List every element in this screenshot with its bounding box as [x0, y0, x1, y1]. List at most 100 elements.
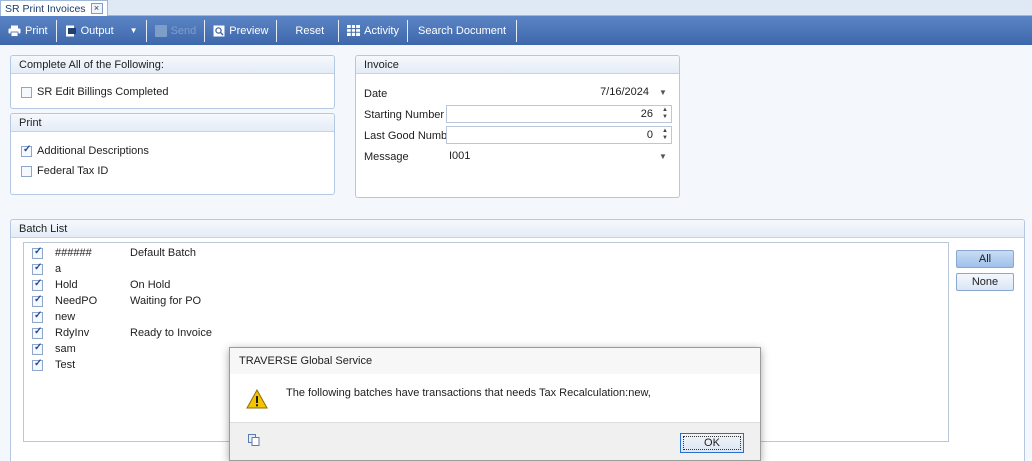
list-item[interactable]: Hold On Hold	[32, 277, 170, 293]
starting-number-label: Starting Number	[364, 109, 445, 121]
toolbar: Print Output ▼ Send Preview Reset Activi…	[0, 16, 1032, 45]
checkbox-box[interactable]	[32, 246, 43, 259]
message-select[interactable]: I001 ▼	[446, 147, 672, 165]
checkbox-box[interactable]	[32, 342, 43, 355]
spin-buttons-icon[interactable]: ▲ ▼	[659, 107, 671, 121]
federal-tax-id-checkbox[interactable]: Federal Tax ID	[21, 165, 108, 177]
message-value: I001	[449, 150, 471, 162]
chevron-down-icon[interactable]: ▼	[655, 152, 671, 161]
invoice-panel: Invoice Date 7/16/2024 ▼ Starting Number…	[355, 55, 680, 198]
toolbar-separator	[204, 19, 206, 42]
send-button[interactable]: Send	[147, 16, 205, 45]
printer-icon	[8, 25, 21, 37]
list-item[interactable]: sam	[32, 341, 130, 357]
last-good-number-label: Last Good Number	[364, 130, 457, 142]
checkbox-box[interactable]	[21, 165, 32, 177]
batch-description: Ready to Invoice	[130, 327, 212, 339]
checkbox-label: SR Edit Billings Completed	[37, 86, 169, 98]
output-icon	[65, 25, 76, 36]
toolbar-separator	[276, 19, 278, 42]
checkbox-box[interactable]	[32, 294, 43, 307]
batch-id: sam	[55, 343, 76, 355]
activity-grid-icon	[347, 25, 361, 36]
toolbar-separator	[516, 19, 518, 42]
batch-id: NeedPO	[55, 295, 98, 307]
list-item[interactable]: ###### Default Batch	[32, 245, 196, 261]
document-tab-strip: SR Print Invoices ×	[0, 0, 1032, 16]
print-options-panel: Print Additional Descriptions Federal Ta…	[10, 113, 335, 195]
batch-id: a	[55, 263, 62, 275]
batch-list-panel-title: Batch List	[11, 220, 1024, 238]
preview-icon	[213, 25, 225, 36]
activity-button-label: Activity	[364, 24, 399, 37]
preview-button[interactable]: Preview	[205, 16, 276, 45]
message-dialog: TRAVERSE Global Service The following ba…	[229, 347, 761, 461]
checkbox-label: Federal Tax ID	[37, 165, 109, 177]
chevron-down-icon[interactable]: ▼	[655, 88, 671, 97]
batch-id: new	[55, 311, 76, 323]
tab-sr-print-invoices[interactable]: SR Print Invoices ×	[0, 0, 108, 16]
checkbox-box[interactable]	[21, 144, 32, 157]
checkbox-box[interactable]	[32, 358, 43, 371]
list-item[interactable]: RdyInv Ready to Invoice	[32, 325, 212, 341]
toolbar-separator	[145, 19, 147, 42]
search-document-button-label: Search Document	[418, 24, 507, 37]
toolbar-separator	[55, 19, 57, 42]
tab-title: SR Print Invoices	[5, 2, 86, 15]
batch-id: RdyInv	[55, 327, 90, 339]
checkbox-box[interactable]	[32, 262, 43, 275]
dialog-body: The following batches have transactions …	[230, 374, 760, 422]
toolbar-separator	[338, 19, 340, 42]
checkbox-box[interactable]	[32, 310, 43, 323]
chevron-down-icon[interactable]: ▼	[130, 26, 138, 35]
batch-description: Default Batch	[130, 247, 197, 259]
copy-icon[interactable]	[248, 434, 260, 446]
starting-number-input[interactable]: 26 ▲ ▼	[446, 105, 672, 123]
starting-number-value: 26	[640, 108, 653, 120]
output-button-label: Output	[80, 24, 114, 37]
batch-id: ######	[55, 247, 92, 259]
complete-all-panel: Complete All of the Following: SR Edit B…	[10, 55, 335, 109]
batch-description: On Hold	[130, 279, 171, 291]
tab-close-icon[interactable]: ×	[90, 3, 103, 14]
reset-button-label: Reset	[295, 24, 325, 37]
sr-edit-billings-completed-checkbox[interactable]: SR Edit Billings Completed	[21, 86, 168, 98]
warning-icon	[246, 389, 268, 409]
date-field[interactable]: 7/16/2024 ▼	[446, 83, 672, 101]
output-button[interactable]: Output ▼	[57, 16, 146, 45]
dialog-message: The following batches have transactions …	[286, 387, 651, 399]
print-button-label: Print	[25, 24, 48, 37]
ok-button[interactable]: OK	[680, 433, 744, 453]
last-good-number-input[interactable]: 0 ▲ ▼	[446, 126, 672, 144]
dialog-title: TRAVERSE Global Service	[230, 348, 760, 374]
invoice-panel-title: Invoice	[356, 56, 679, 74]
list-item[interactable]: NeedPO Waiting for PO	[32, 293, 201, 309]
toolbar-separator	[407, 19, 408, 42]
last-good-number-value: 0	[646, 129, 653, 141]
date-label: Date	[364, 88, 388, 100]
reset-button[interactable]: Reset	[277, 16, 338, 45]
print-button[interactable]: Print	[0, 16, 56, 45]
checkbox-label: Additional Descriptions	[37, 145, 149, 157]
search-document-button[interactable]: Search Document	[408, 16, 516, 45]
additional-descriptions-checkbox[interactable]: Additional Descriptions	[21, 144, 149, 157]
send-icon	[154, 24, 167, 37]
complete-all-panel-title: Complete All of the Following:	[11, 56, 334, 74]
batch-id: Hold	[55, 279, 78, 291]
print-options-panel-title: Print	[11, 114, 334, 132]
message-label: Message	[364, 151, 409, 163]
checkbox-box[interactable]	[32, 326, 43, 339]
send-button-label: Send	[170, 24, 197, 37]
list-item[interactable]: a	[32, 261, 130, 277]
checkbox-box[interactable]	[32, 278, 43, 291]
checkbox-box[interactable]	[21, 86, 32, 98]
batch-id: Test	[55, 359, 76, 371]
spin-buttons-icon[interactable]: ▲ ▼	[659, 128, 671, 142]
list-item[interactable]: Test	[32, 357, 130, 373]
select-none-button[interactable]: None	[956, 273, 1014, 291]
activity-button[interactable]: Activity	[339, 16, 407, 45]
select-all-button[interactable]: All	[956, 250, 1014, 268]
list-item[interactable]: new	[32, 309, 130, 325]
preview-button-label: Preview	[229, 24, 269, 37]
batch-description: Waiting for PO	[130, 295, 202, 307]
